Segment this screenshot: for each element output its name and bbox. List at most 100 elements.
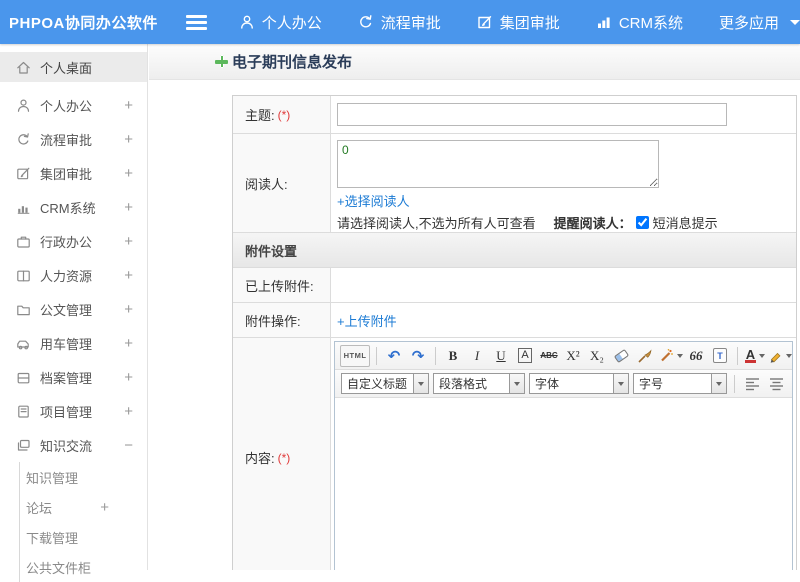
blockquote-button[interactable]: 66 [685,345,707,367]
eraser-button[interactable] [610,345,632,367]
readers-label-cell: 阅读人: [233,134,331,232]
highlight-pen-button[interactable] [768,345,792,367]
bold-button[interactable]: B [442,345,464,367]
caret-down-icon [759,354,765,358]
content-row: 内容: (*) HTML ↶ ↷ B I U A [233,338,796,570]
expand-toggle[interactable]: + [124,97,133,114]
sidebar-item-label: 知识交流 [40,436,92,455]
sidebar-item-projects[interactable]: 项目管理 + [0,394,147,428]
align-left-button[interactable] [741,373,763,395]
attachment-section-header: 附件设置 [233,233,796,268]
nav-workflow-approval[interactable]: 流程审批 [358,12,441,33]
select-readers-link[interactable]: +选择阅读人 [337,191,410,210]
sidebar-subitem-forum[interactable]: 论坛 + [20,492,147,522]
sidebar-item-label: 行政办公 [40,232,92,251]
caret-down-icon [613,374,628,393]
italic-button[interactable]: I [466,345,488,367]
expand-toggle[interactable]: + [124,301,133,318]
sidebar-item-desktop[interactable]: 个人桌面 [0,52,147,82]
nav-label: 流程审批 [381,12,441,33]
sidebar-item-archives[interactable]: 档案管理 + [0,360,147,394]
upload-attachment-link[interactable]: +上传附件 [337,311,397,330]
subscript-button[interactable]: X₂ [586,345,608,367]
heading-select[interactable]: 自定义标题 [341,373,429,394]
subject-input[interactable] [337,103,727,126]
content-header: 电子期刊信息发布 [149,44,800,80]
sidebar-subitem-downloads[interactable]: 下载管理 [20,522,147,552]
expand-toggle[interactable]: + [124,335,133,352]
rich-text-editor: HTML ↶ ↷ B I U A ABC X² X₂ [334,341,793,570]
magic-pen-icon [658,348,674,364]
person-icon [239,14,255,30]
sidebar-item-knowledge[interactable]: 知识交流 − [0,428,147,462]
sidebar-item-label: CRM系统 [40,198,96,217]
sidebar-item-personal-office[interactable]: 个人办公 + [0,88,147,122]
format-brush-button[interactable] [634,345,656,367]
uploaded-attachments-label: 已上传附件: [245,276,314,295]
sidebar-subitem-knowledge-mgmt[interactable]: 知识管理 [20,462,147,492]
expand-toggle[interactable]: + [124,165,133,182]
sms-notify-checkbox[interactable] [636,216,649,229]
align-right-button[interactable] [789,373,792,395]
expand-toggle[interactable]: + [124,369,133,386]
topbar: PHPOA协同办公软件 个人办公 流程审批 集团审批 CRM系统 [0,0,800,44]
strikethrough-button[interactable]: ABC [538,345,560,367]
nav-more-apps[interactable]: 更多应用 [719,12,800,33]
sidebar-item-crm[interactable]: CRM系统 + [0,190,147,224]
notebook-icon [16,404,31,419]
align-center-button[interactable] [765,373,787,395]
paste-as-text-button[interactable]: T [709,345,731,367]
expand-toggle[interactable]: + [124,267,133,284]
car-icon [16,336,31,351]
font-color-button[interactable]: A [744,345,766,367]
font-color-icon: A [745,349,756,363]
font-family-select[interactable]: 字体 [529,373,629,394]
caret-down-icon [711,374,726,393]
expand-toggle[interactable]: + [124,199,133,216]
caret-down-icon [677,354,683,358]
sidebar-item-label: 论坛 [26,498,52,517]
app-logo: PHPOA协同办公软件 [0,12,186,33]
redo-button[interactable]: ↷ [407,345,429,367]
nav-crm-system[interactable]: CRM系统 [596,12,683,33]
subject-row: 主题: (*) [233,96,796,134]
font-size-select[interactable]: 字号 [633,373,727,394]
attachment-section-title: 附件设置 [245,241,297,260]
content-label: 内容: [245,448,275,467]
nav-personal-office[interactable]: 个人办公 [239,12,322,33]
expand-toggle[interactable]: + [124,131,133,148]
readers-hint-text: 请选择阅读人,不选为所有人可查看 [337,213,536,232]
superscript-button[interactable]: X² [562,345,584,367]
expand-toggle[interactable]: + [124,403,133,420]
sidebar-subitem-public-cabinet[interactable]: 公共文件柜 [20,552,147,582]
underline-button[interactable]: U [490,345,512,367]
sidebar-item-admin-office[interactable]: 行政办公 + [0,224,147,258]
expand-toggle[interactable]: + [124,233,133,250]
editor-content-area[interactable] [335,398,792,570]
expand-toggle[interactable]: + [100,499,109,516]
green-plus-icon [215,55,228,68]
nav-group-approval[interactable]: 集团审批 [477,12,560,33]
readers-textarea[interactable]: 0 [337,140,659,188]
font-style-button[interactable]: A [514,345,536,367]
sidebar-item-label: 下载管理 [26,528,78,547]
sidebar-item-vehicles[interactable]: 用车管理 + [0,326,147,360]
sidebar-item-hr[interactable]: 人力资源 + [0,258,147,292]
hamburger-menu-icon[interactable] [186,15,207,30]
collapse-toggle[interactable]: − [124,437,133,454]
highlight-pen-icon [768,348,783,363]
layers-icon [16,438,31,453]
brush-icon [637,348,653,364]
sidebar-item-workflow-approval[interactable]: 流程审批 + [0,122,147,156]
html-source-button[interactable]: HTML [340,345,370,367]
nav-label: 集团审批 [500,12,560,33]
archive-icon [16,370,31,385]
home-icon [16,60,31,75]
paragraph-format-select[interactable]: 段落格式 [433,373,525,394]
sidebar-item-group-approval[interactable]: 集团审批 + [0,156,147,190]
undo-button[interactable]: ↶ [383,345,405,367]
paste-text-icon: T [713,348,727,363]
sidebar-item-documents[interactable]: 公文管理 + [0,292,147,326]
auto-format-button[interactable] [658,345,683,367]
readers-row: 阅读人: 0 +选择阅读人 请选择阅读人,不选为所有人可查看 提醒阅读人： 短消… [233,134,796,233]
